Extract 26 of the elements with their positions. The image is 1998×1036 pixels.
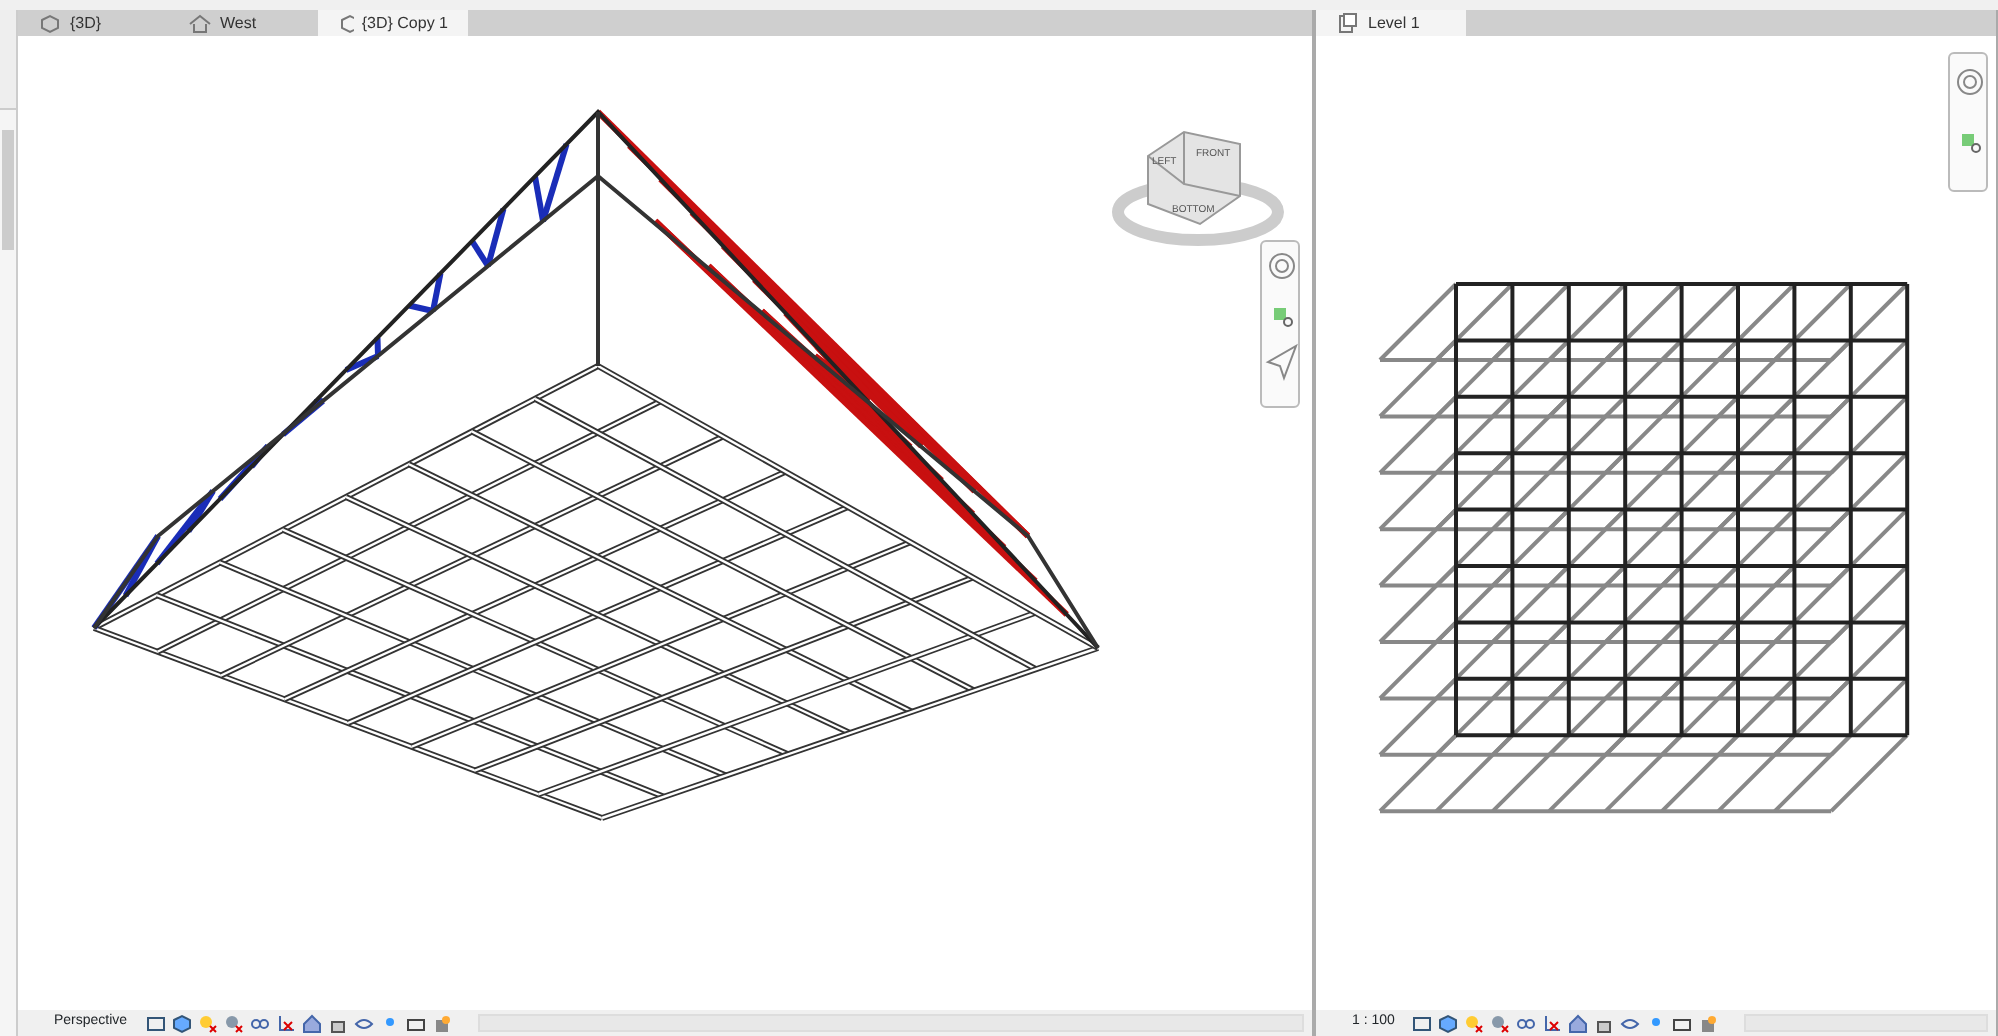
view-tab[interactable]: {3D} [18,10,168,36]
scrollbar-thumb[interactable] [2,130,14,250]
house-icon [188,11,212,35]
frame-icon[interactable] [145,1013,166,1033]
zoom-icon[interactable] [1962,134,1981,153]
house-icon[interactable] [301,1013,322,1033]
steering-wheel-icon[interactable] [1269,253,1295,279]
view-tab[interactable]: {3D} Copy 1 [318,10,468,36]
zoom-icon[interactable] [1274,308,1293,327]
eye-icon[interactable] [353,1013,374,1033]
eye-icon[interactable] [1620,1013,1641,1033]
shadow-icon[interactable] [223,1013,244,1033]
glasses-icon[interactable] [1516,1013,1537,1033]
house-icon[interactable] [1568,1013,1589,1033]
view-tab[interactable]: Level 1 [1316,10,1466,36]
sun-icon[interactable] [1464,1013,1485,1033]
frame-icon[interactable] [1412,1013,1433,1033]
viewcube-drawing[interactable] [1112,130,1284,246]
sun-icon[interactable] [197,1013,218,1033]
steering-wheel-icon[interactable] [1957,69,1983,95]
glasses-icon[interactable] [249,1013,270,1033]
view-tab[interactable]: West [168,10,318,36]
shadow-icon[interactable] [1490,1013,1511,1033]
crop-icon[interactable] [275,1013,296,1033]
paper-plane-icon[interactable] [1265,343,1298,381]
crop-icon[interactable] [1542,1013,1563,1033]
